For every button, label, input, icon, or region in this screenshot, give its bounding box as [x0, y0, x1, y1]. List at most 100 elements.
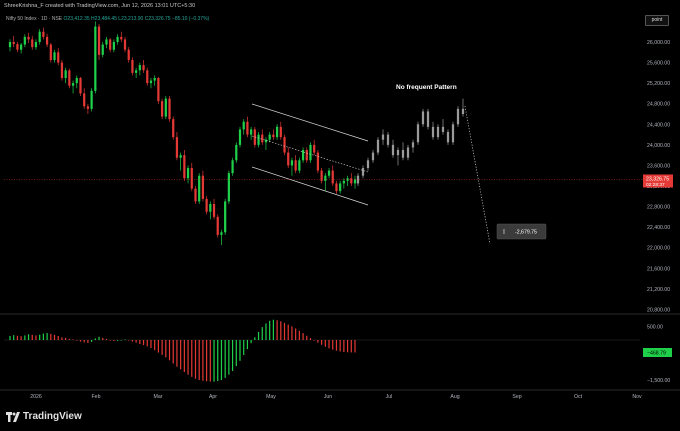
- oscillator-bar: [246, 340, 249, 350]
- candle-body: [38, 31, 41, 42]
- attribution-text: ShreeKrishna_F created with TradingView.…: [4, 3, 196, 9]
- price-chart[interactable]: 26,000.00 25,600.00 25,200.00 24,800.00 24,4…: [0, 0, 680, 431]
- oscillator-bar: [76, 340, 78, 341]
- oscillator-bar: [346, 340, 349, 353]
- oscillator-bar: [220, 340, 223, 380]
- oscillator-bar: [202, 340, 204, 381]
- candle-body: [283, 137, 286, 153]
- oscillator-tick-label: 500.00: [647, 325, 663, 331]
- candle-body: [279, 126, 282, 138]
- countdown-label: 02:28:37: [646, 182, 665, 188]
- candle-body: [301, 150, 305, 161]
- candle-body: [12, 42, 15, 45]
- oscillator-bar: [194, 340, 197, 379]
- candle-body: [327, 170, 331, 176]
- price-tick-label: 22,800.00: [647, 205, 670, 211]
- channel-lower-line: [251, 166, 369, 206]
- oscillator-bar: [191, 340, 193, 377]
- candle-body: [68, 70, 71, 86]
- oscillator-bar: [343, 340, 345, 352]
- text-cursor-icon: I: [503, 229, 505, 236]
- annotation-label: No frequent Pattern: [396, 84, 457, 91]
- projected-candle-body: [376, 139, 380, 153]
- candle-body: [101, 44, 104, 55]
- candle-body: [127, 49, 130, 60]
- tradingview-logo-icon: [6, 411, 20, 422]
- time-tick-label: Apr: [209, 394, 217, 400]
- candle-body: [31, 39, 34, 48]
- last-price-label: 23,326.75: [646, 176, 669, 182]
- candle-body: [294, 160, 297, 171]
- point-button[interactable]: point: [645, 15, 669, 26]
- oscillator-bar: [131, 340, 134, 342]
- candle-body: [194, 188, 197, 202]
- time-tick-label: Jun: [324, 394, 332, 400]
- candle-body: [250, 129, 253, 135]
- oscillator-bar: [224, 340, 226, 378]
- oscillator-bar: [65, 337, 67, 340]
- projected-candle-body: [391, 144, 395, 156]
- price-tick-label: 22,000.00: [647, 246, 670, 252]
- candle-body: [212, 204, 216, 217]
- candle-body: [20, 44, 23, 50]
- oscillator-bar: [313, 340, 315, 341]
- oscillator-bar: [20, 336, 22, 340]
- candle-body: [86, 106, 90, 109]
- candle-body: [168, 98, 171, 120]
- candle-body: [60, 62, 64, 78]
- oscillator-bar: [295, 328, 297, 340]
- time-tick-label: Sep: [512, 394, 521, 400]
- oscillator-bar: [31, 334, 33, 340]
- candle-body: [268, 134, 271, 140]
- projected-candle-body: [421, 111, 425, 125]
- candle-body: [272, 134, 275, 138]
- candle-body: [175, 137, 179, 158]
- oscillator-bar: [276, 320, 278, 340]
- candle-body: [257, 134, 260, 145]
- price-tick-label: 24,800.00: [647, 102, 670, 108]
- projected-candle-body: [401, 150, 405, 158]
- candle-body: [83, 93, 86, 107]
- projected-candle-body: [381, 134, 385, 140]
- oscillator-bar: [228, 340, 230, 375]
- symbol-label: Nifty 50 Index · 1D · NSE: [6, 16, 63, 22]
- oscillator-bar: [206, 340, 208, 382]
- candle-body: [216, 216, 219, 235]
- oscillator-bar: [280, 321, 282, 340]
- oscillator-bar: [350, 340, 352, 353]
- projected-candle-body: [396, 150, 400, 156]
- oscillator-bar: [61, 337, 63, 340]
- candle-body: [71, 83, 75, 86]
- candle-body: [335, 183, 338, 192]
- projection-line: [464, 105, 491, 245]
- oscillator-bar: [213, 340, 215, 382]
- oscillator-bar: [209, 340, 211, 382]
- oscillator-bar: [298, 330, 300, 340]
- candle-body: [146, 70, 149, 84]
- candle-body: [172, 119, 175, 138]
- candle-body: [309, 144, 312, 161]
- ohlc-values: O23,412.35 H23,484.45 L23,213.90 C23,326…: [63, 16, 210, 22]
- candle-body: [157, 78, 160, 102]
- oscillator-bar: [91, 340, 93, 342]
- candle-body: [64, 70, 67, 78]
- time-tick-label: Nov: [632, 394, 642, 400]
- candle-body: [261, 134, 264, 143]
- oscillator-bar: [83, 340, 85, 343]
- price-tick-label: 21,600.00: [647, 266, 670, 272]
- oscillator-bar: [235, 340, 237, 367]
- candle-body: [201, 175, 205, 199]
- oscillator-bar: [261, 327, 263, 340]
- oscillator-bar: [324, 340, 326, 347]
- time-tick-label: Mar: [154, 394, 163, 400]
- oscillator-bar: [24, 335, 26, 340]
- oscillator-bar: [16, 335, 19, 340]
- candle-body: [227, 173, 230, 202]
- oscillator-bar: [124, 339, 126, 341]
- oscillator-bar: [146, 340, 148, 347]
- candle-body: [231, 160, 234, 174]
- candle-body: [186, 168, 190, 179]
- oscillator-bar: [135, 340, 137, 343]
- candle-body: [350, 178, 353, 184]
- oscillator-bar: [176, 340, 178, 367]
